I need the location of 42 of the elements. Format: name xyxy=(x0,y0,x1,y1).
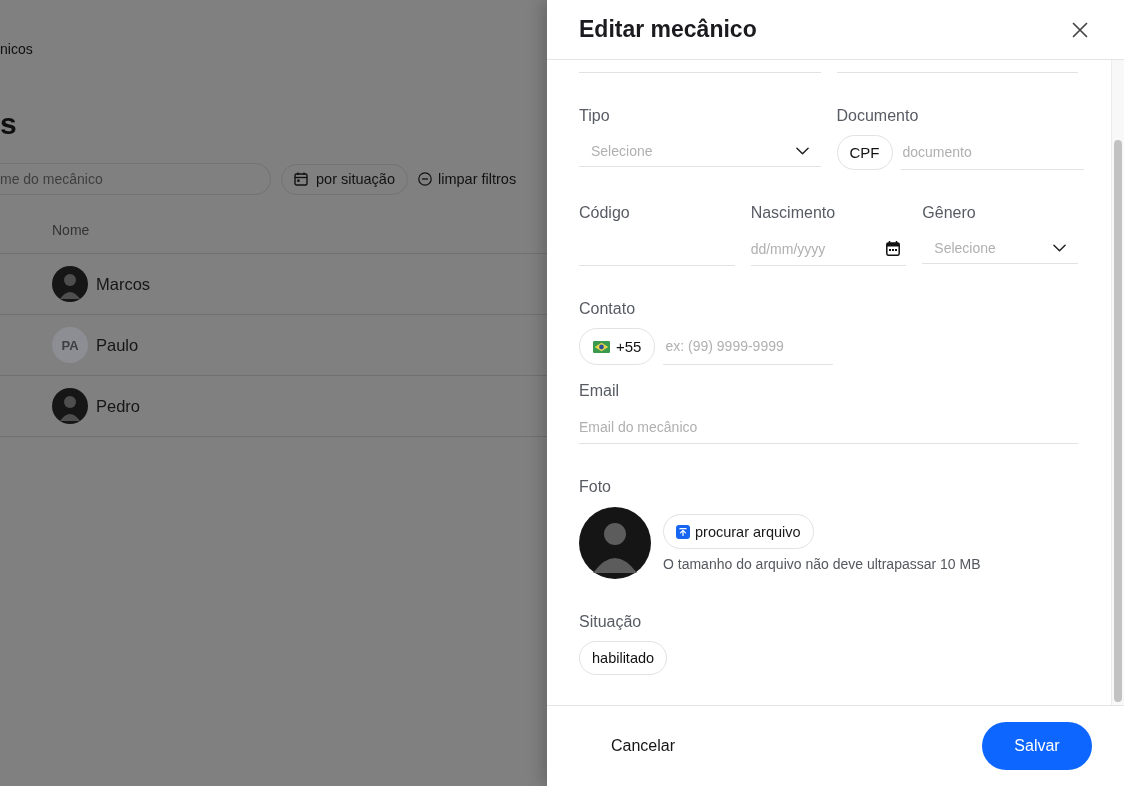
text-field[interactable]: Email do mecânico xyxy=(579,410,1078,444)
chevron-down-icon xyxy=(795,146,809,155)
calendar-icon[interactable] xyxy=(886,241,901,256)
clear-filters-button[interactable]: limpar filtros xyxy=(418,171,517,187)
breadcrumb[interactable]: nicos xyxy=(0,39,33,59)
status-toggle[interactable]: habilitado xyxy=(579,641,668,675)
document-field[interactable]: documento xyxy=(900,135,1084,170)
document-type-button[interactable]: CPF xyxy=(836,135,893,170)
field-label: Nascimento xyxy=(750,203,836,223)
page-title: s xyxy=(0,107,17,141)
phone-field[interactable]: ex: (99) 9999-9999 xyxy=(663,328,834,365)
flag-icon xyxy=(593,340,610,353)
column-header: Nome xyxy=(52,222,90,238)
field-label: Documento xyxy=(836,106,919,126)
browse-file-button[interactable]: procurar arquivo xyxy=(663,514,814,549)
calendar-icon xyxy=(294,172,308,186)
drawer-title: Editar mecânico xyxy=(579,16,757,43)
avatar-initials: PA xyxy=(52,327,88,363)
upload-icon xyxy=(676,524,690,539)
file-size-hint: O tamanho do arquivo não deve ultrapassar 10 MB xyxy=(663,556,981,572)
save-button[interactable]: Salvar xyxy=(982,722,1092,770)
avatar-silhouette xyxy=(52,266,88,302)
close-icon xyxy=(1072,21,1088,38)
scrollbar-thumb[interactable] xyxy=(1114,140,1122,702)
mechanic-name[interactable]: Pedro xyxy=(96,396,141,416)
minus-circle-icon xyxy=(418,172,432,186)
avatar-silhouette xyxy=(579,507,651,579)
avatar-silhouette xyxy=(52,388,88,424)
field-label: Tipo xyxy=(579,106,610,126)
field-label: Código xyxy=(579,203,630,223)
field-label: Foto xyxy=(579,477,611,497)
chevron-down-icon xyxy=(1053,243,1066,252)
mechanic-name[interactable]: Marcos xyxy=(96,274,151,294)
field-label: Gênero xyxy=(922,203,976,223)
field-label: Email xyxy=(579,381,619,401)
field-label: Contato xyxy=(579,299,636,319)
cancel-button[interactable]: Cancelar xyxy=(579,723,708,769)
country-code-button[interactable]: +55 xyxy=(579,328,656,365)
mechanic-name[interactable]: Paulo xyxy=(96,335,139,355)
field-label: Situação xyxy=(579,612,642,632)
search-field[interactable]: me do mecânico xyxy=(0,163,271,195)
scrollbar-track[interactable] xyxy=(1111,60,1124,705)
